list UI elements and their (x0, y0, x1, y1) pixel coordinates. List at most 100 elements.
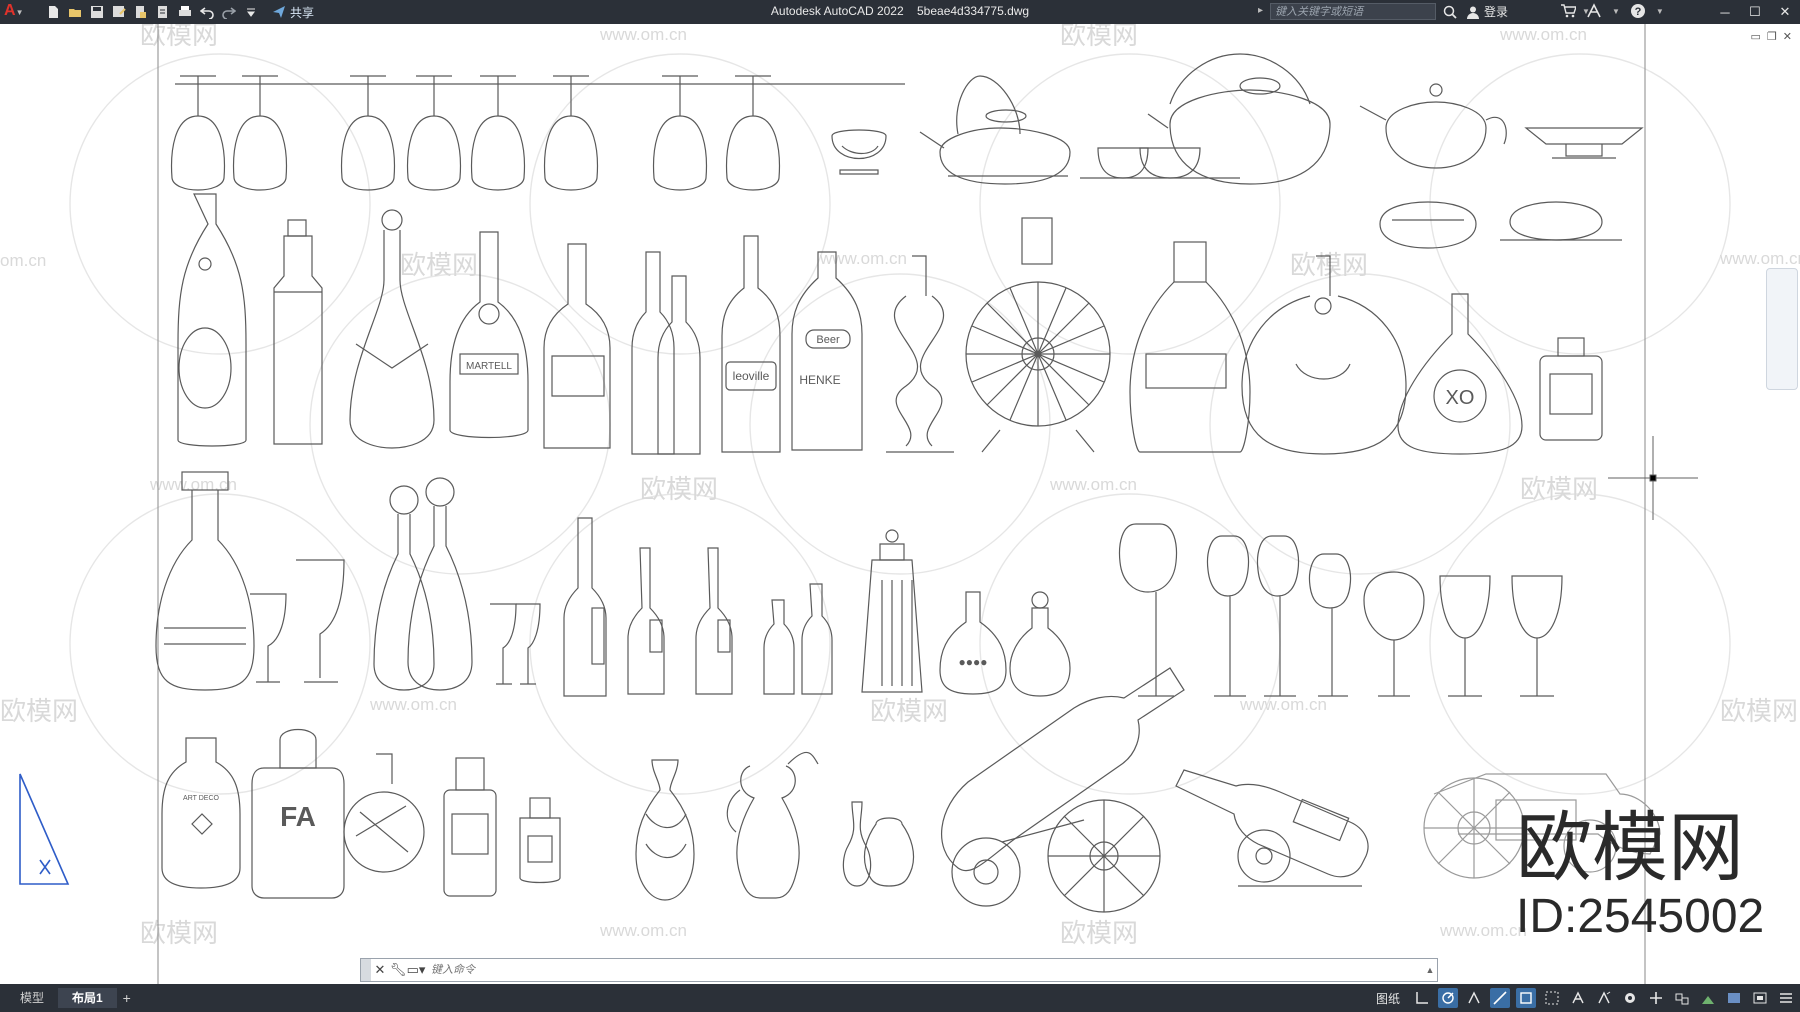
teapot (919, 75, 1071, 185)
decanter-with-glasses (155, 471, 345, 691)
small-pot (831, 129, 887, 175)
file-name: 5beae4d334775.dwg (917, 4, 1030, 18)
search-icon[interactable] (1442, 4, 1458, 20)
layout-tabs: 模型 布局1 + (6, 988, 137, 1008)
svg-text:●●●●: ●●●● (959, 655, 988, 669)
xo-bottle: XO (1397, 293, 1523, 455)
selection-cycling-icon[interactable] (1542, 988, 1562, 1008)
quick-properties-icon[interactable] (1698, 988, 1718, 1008)
annotation-monitor-icon[interactable] (1646, 988, 1666, 1008)
label-xo: XO (1446, 387, 1475, 409)
object-snap-icon[interactable] (1516, 988, 1536, 1008)
tall-bottle (563, 517, 607, 697)
watermark-url: www.om.cn (369, 695, 457, 714)
plot-preview-icon[interactable] (154, 3, 172, 21)
ortho-icon[interactable] (1412, 988, 1432, 1008)
wine-glass-row (1118, 523, 1563, 697)
navigation-bar[interactable] (1766, 268, 1798, 390)
status-tools: 图纸 (1376, 988, 1796, 1008)
polar-tracking-icon[interactable] (1438, 988, 1458, 1008)
small-perfume (519, 797, 561, 884)
viewport-close-icon[interactable]: ✕ (1783, 30, 1792, 43)
maximize-icon[interactable]: ☐ (1740, 0, 1770, 24)
drawing-canvas[interactable]: 欧模网 www.om.cn 欧模网 www.om.cn om.cn 欧模网 ww… (0, 24, 1800, 984)
customize-icon[interactable] (242, 3, 260, 21)
graphics-performance-icon[interactable] (1724, 988, 1744, 1008)
watermark-logo: 欧模网 (640, 474, 718, 504)
help-icon[interactable]: ? (1630, 3, 1646, 19)
clean-screen-icon[interactable] (1750, 988, 1770, 1008)
bottle-cannon-cart (941, 667, 1185, 913)
autocad-app-icon[interactable]: A▼ (4, 2, 26, 22)
footed-dish (1524, 127, 1644, 159)
watermark-logo: 欧模网 (0, 696, 78, 726)
app-title: Autodesk AutoCAD 2022 (770, 4, 904, 18)
teapot-on-plate (1500, 201, 1622, 241)
customize-command-icon[interactable]: 🔧︎ (389, 960, 407, 980)
isodraft-icon[interactable] (1464, 988, 1484, 1008)
object-snap-tracking-icon[interactable] (1490, 988, 1510, 1008)
tab-model[interactable]: 模型 (6, 988, 58, 1008)
watermark-logo: 欧模网 (1720, 696, 1798, 726)
close-icon[interactable]: ✕ (1770, 0, 1800, 24)
annotation-scale-icon[interactable] (1594, 988, 1614, 1008)
autodesk-app-icon[interactable] (1586, 3, 1602, 19)
app-logo-letter: A (4, 2, 16, 19)
hanging-glass (406, 75, 462, 191)
viewport-controls: ▭ ❐ ✕ (1751, 30, 1793, 43)
save-icon[interactable] (88, 3, 106, 21)
viewport-minimize-icon[interactable]: ▭ (1751, 30, 1761, 43)
watermark-id: ID:2545002 (1516, 890, 1764, 943)
workspace-gear-icon[interactable] (1620, 988, 1640, 1008)
paper-space-toggle[interactable]: 图纸 (1376, 990, 1400, 1007)
hanging-glass (170, 75, 226, 191)
close-command-icon[interactable]: ✕ (371, 960, 389, 980)
share-button[interactable]: 共享 (272, 4, 314, 21)
cart-icon[interactable] (1560, 3, 1576, 19)
watermark-url: www.om.cn (1439, 921, 1527, 940)
tall-decanters (373, 477, 473, 691)
round-bottle-dots: ●●●● (939, 591, 1007, 695)
svg-text:?: ? (1635, 6, 1642, 18)
annotation-visibility-icon[interactable] (1568, 988, 1588, 1008)
label-henke: HENKE (799, 373, 840, 387)
publish-icon[interactable] (132, 3, 150, 21)
round-flask (1241, 255, 1407, 455)
print-icon[interactable] (176, 3, 194, 21)
command-line: ✕ 🔧︎ ▭▾ ▲ (360, 958, 1438, 982)
spray-bottle (443, 757, 497, 897)
crosshair-cursor (1608, 436, 1698, 520)
patterned-vase (635, 759, 695, 901)
command-line-grip[interactable] (361, 959, 371, 981)
minimize-icon[interactable]: ─ (1710, 0, 1740, 24)
open-file-icon[interactable] (66, 3, 84, 21)
redo-icon[interactable] (220, 3, 238, 21)
customization-menu-icon[interactable] (1776, 988, 1796, 1008)
help-dropdown-icon[interactable]: ▼ (1656, 7, 1664, 16)
user-icon (1467, 6, 1479, 19)
label-art-deco: ART DECO (183, 795, 219, 802)
watermark-logo: 欧模网 (1290, 250, 1368, 280)
title-bar: A▼ 共享 Autodesk AutoCAD 2022 5beae4d33477… (0, 0, 1800, 24)
viewport-restore-icon[interactable]: ❐ (1767, 30, 1777, 43)
fa-bottle: FA (251, 728, 345, 899)
command-input[interactable] (425, 959, 1423, 981)
new-file-icon[interactable] (44, 3, 62, 21)
hanging-glass (725, 75, 781, 191)
recent-commands-icon[interactable]: ▭▾ (407, 960, 426, 980)
search-input[interactable]: 键入关键字或短语 (1270, 3, 1436, 20)
watermark-url: www.om.cn (1499, 25, 1587, 44)
watermark-url: www.om.cn (1719, 249, 1800, 268)
tab-layout1[interactable]: 布局1 (58, 988, 117, 1008)
save-as-icon[interactable] (110, 3, 128, 21)
slim-bottle (627, 547, 665, 695)
quick-access-toolbar: 共享 (44, 3, 314, 21)
slim-bottle-2 (695, 547, 733, 695)
add-layout-icon[interactable]: + (117, 990, 137, 1006)
undo-icon[interactable] (198, 3, 216, 21)
units-icon[interactable] (1672, 988, 1692, 1008)
search-expand-icon[interactable]: ▸ (1258, 5, 1268, 19)
command-history-icon[interactable]: ▲ (1423, 960, 1437, 980)
apps-dropdown-icon[interactable]: ▼ (1612, 7, 1620, 16)
ornate-ewer (726, 751, 819, 899)
